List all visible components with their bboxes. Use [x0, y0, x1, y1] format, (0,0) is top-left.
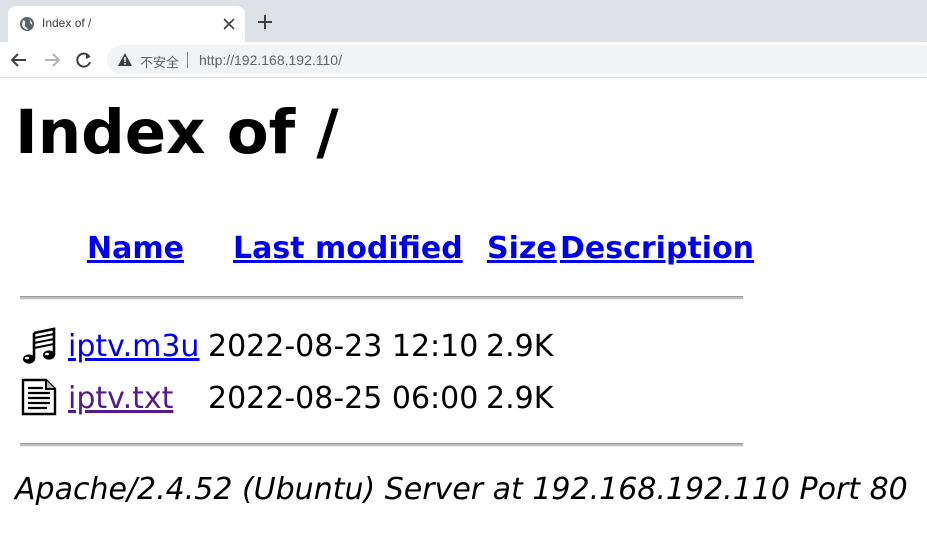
new-tab-icon[interactable]: [257, 14, 273, 30]
reload-icon[interactable]: [75, 51, 93, 69]
forward-icon[interactable]: [43, 51, 61, 69]
file-link-iptv-txt[interactable]: iptv.txt: [68, 384, 173, 414]
omnibox-divider: [187, 52, 188, 68]
file-link-iptv-m3u[interactable]: iptv.m3u: [68, 332, 199, 362]
file-modified: 2022-08-23 12:10: [208, 329, 479, 364]
address-bar[interactable]: 不安全 http://192.168.192.110/: [107, 45, 927, 74]
globe-icon: [20, 17, 34, 31]
divider: [20, 296, 743, 300]
tab-strip: Index of /: [0, 0, 927, 42]
browser-tab[interactable]: Index of /: [8, 6, 245, 42]
url-text[interactable]: http://192.168.192.110/: [199, 52, 342, 68]
back-icon[interactable]: [10, 51, 28, 69]
file-size: 2.9K: [486, 329, 554, 364]
server-signature: Apache/2.4.52 (Ubuntu) Server at 192.168…: [15, 472, 908, 507]
audio-file-icon: [23, 327, 56, 364]
security-status[interactable]: 不安全: [140, 52, 179, 71]
browser-toolbar: 不安全 http://192.168.192.110/: [0, 42, 927, 78]
sort-by-modified-link[interactable]: Last modified: [233, 234, 463, 264]
page-title: Index of /: [15, 97, 339, 168]
page-content: Index of / Name Last modified Size Descr…: [0, 78, 927, 535]
divider: [20, 443, 743, 447]
file-modified: 2022-08-25 06:00: [208, 381, 479, 416]
sort-by-name-link[interactable]: Name: [87, 234, 184, 264]
tab-title: Index of /: [42, 16, 92, 30]
file-size: 2.9K: [486, 381, 554, 416]
close-tab-icon[interactable]: [222, 17, 236, 31]
warning-icon[interactable]: [117, 52, 133, 67]
sort-by-size-link[interactable]: Size: [487, 234, 557, 264]
sort-by-description-link[interactable]: Description: [560, 234, 754, 264]
text-file-icon: [21, 378, 57, 416]
